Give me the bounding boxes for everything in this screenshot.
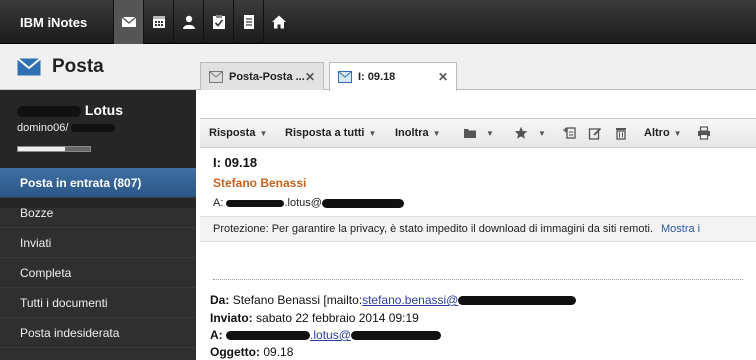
to-label: A: bbox=[210, 328, 223, 342]
close-icon[interactable]: ✕ bbox=[438, 70, 448, 84]
redaction-mark bbox=[71, 124, 116, 133]
forward-label: Inoltra bbox=[395, 127, 429, 139]
server-name: domino06/ bbox=[17, 122, 116, 134]
tab-message[interactable]: I: 09.18 ✕ bbox=[329, 62, 457, 91]
top-bar: IBM iNotes bbox=[0, 0, 756, 44]
folder-sent[interactable]: Inviati bbox=[0, 228, 196, 258]
message-recipients: A: .lotus@ bbox=[213, 197, 404, 209]
user-name: Lotus bbox=[17, 102, 123, 118]
more-label: Altro bbox=[644, 127, 670, 139]
reply-all-label: Risposta a tutti bbox=[285, 127, 365, 139]
forward-button[interactable]: Inoltra ▼ bbox=[395, 127, 441, 139]
folder-drafts[interactable]: Bozze bbox=[0, 198, 196, 228]
server-text: domino06/ bbox=[17, 122, 69, 134]
tab-inbox[interactable]: Posta-Posta ... ✕ bbox=[200, 62, 324, 90]
folder-list: Posta in entrata (807) Bozze Inviati Com… bbox=[0, 168, 196, 348]
move-to-folder-icon[interactable] bbox=[562, 126, 576, 140]
mail-icon bbox=[17, 58, 41, 76]
chevron-down-icon[interactable]: ▼ bbox=[482, 127, 494, 139]
reply-button[interactable]: Risposta ▼ bbox=[209, 127, 267, 139]
app-switcher bbox=[113, 0, 293, 44]
subject-value: 09.18 bbox=[263, 345, 294, 359]
chevron-down-icon: ▼ bbox=[432, 129, 441, 138]
star-icon[interactable] bbox=[514, 126, 528, 140]
separator bbox=[213, 279, 743, 280]
subject-label: Oggetto: bbox=[210, 345, 260, 359]
from-email-link[interactable]: stefano.benassi@ bbox=[362, 293, 458, 307]
show-images-link[interactable]: Mostra i bbox=[661, 223, 700, 235]
redaction-mark bbox=[17, 105, 81, 117]
redaction-mark bbox=[321, 198, 404, 208]
close-icon[interactable]: ✕ bbox=[305, 70, 315, 84]
message-subject: I: 09.18 bbox=[213, 155, 258, 170]
from-value: Stefano Benassi [mailto: bbox=[232, 293, 363, 307]
privacy-banner: Protezione: Per garantire la privacy, è … bbox=[200, 216, 756, 242]
redaction-mark bbox=[226, 331, 311, 341]
forward-subject: Oggetto: 09.18 bbox=[210, 345, 293, 359]
calendar-icon[interactable] bbox=[143, 0, 173, 44]
message-toolbar: Risposta ▼ Risposta a tutti ▼ Inoltra ▼ ▼ ▼… bbox=[200, 118, 756, 148]
forward-sent: Inviato: sabato 22 febbraio 2014 09:19 bbox=[210, 311, 419, 325]
todo-icon[interactable] bbox=[203, 0, 233, 44]
contacts-icon[interactable] bbox=[173, 0, 203, 44]
folder-junk[interactable]: Posta indesiderata bbox=[0, 318, 196, 348]
chevron-down-icon: ▼ bbox=[259, 129, 268, 138]
mail-tab-icon bbox=[209, 70, 223, 83]
chevron-down-icon[interactable]: ▼ bbox=[534, 127, 546, 139]
folder-all-documents[interactable]: Tutti i documenti bbox=[0, 288, 196, 318]
message-sender[interactable]: Stefano Benassi bbox=[213, 176, 306, 190]
tab-bar: Posta-Posta ... ✕ I: 09.18 ✕ bbox=[196, 44, 756, 91]
quota-bar bbox=[17, 146, 91, 152]
redaction-mark bbox=[350, 331, 441, 341]
to-email-link[interactable]: .lotus@ bbox=[310, 328, 351, 342]
redaction-mark bbox=[226, 199, 285, 207]
folder-icon[interactable] bbox=[463, 126, 477, 140]
reply-label: Risposta bbox=[209, 127, 256, 139]
tab-label: I: 09.18 bbox=[358, 71, 396, 83]
mail-title: Posta bbox=[52, 56, 104, 77]
left-panel: Posta Lotus domino06/ Posta in entrata (… bbox=[0, 44, 196, 360]
reply-all-button[interactable]: Risposta a tutti ▼ bbox=[285, 127, 376, 139]
mail-icon[interactable] bbox=[113, 0, 143, 44]
forward-from: Da: Stefano Benassi [mailto:stefano.bena… bbox=[210, 293, 577, 307]
to-label: A: bbox=[213, 197, 224, 209]
more-button[interactable]: Altro ▼ bbox=[644, 127, 682, 139]
mail-header: Posta bbox=[0, 44, 196, 90]
sent-value: sabato 22 febbraio 2014 09:19 bbox=[256, 311, 419, 325]
print-icon[interactable] bbox=[697, 126, 711, 140]
redaction-mark bbox=[458, 296, 577, 306]
mail-tab-icon bbox=[338, 71, 352, 83]
to-value[interactable]: .lotus@ bbox=[284, 197, 321, 209]
home-icon[interactable] bbox=[263, 0, 293, 44]
from-label: Da: bbox=[210, 293, 230, 307]
privacy-text: Protezione: Per garantire la privacy, è … bbox=[213, 223, 653, 235]
chevron-down-icon: ▼ bbox=[368, 129, 377, 138]
edit-icon[interactable] bbox=[588, 126, 602, 140]
chevron-down-icon: ▼ bbox=[673, 129, 682, 138]
trash-icon[interactable] bbox=[614, 126, 628, 140]
quota-bar-fill bbox=[18, 147, 65, 151]
folder-inbox[interactable]: Posta in entrata (807) bbox=[0, 168, 196, 198]
user-name-text: Lotus bbox=[84, 102, 123, 118]
app-brand: IBM iNotes bbox=[20, 15, 88, 30]
folder-all[interactable]: Completa bbox=[0, 258, 196, 288]
tab-label: Posta-Posta ... bbox=[229, 70, 305, 83]
forward-to: A: .lotus@ bbox=[210, 328, 441, 342]
notebook-icon[interactable] bbox=[233, 0, 263, 44]
sent-label: Inviato: bbox=[210, 311, 253, 325]
